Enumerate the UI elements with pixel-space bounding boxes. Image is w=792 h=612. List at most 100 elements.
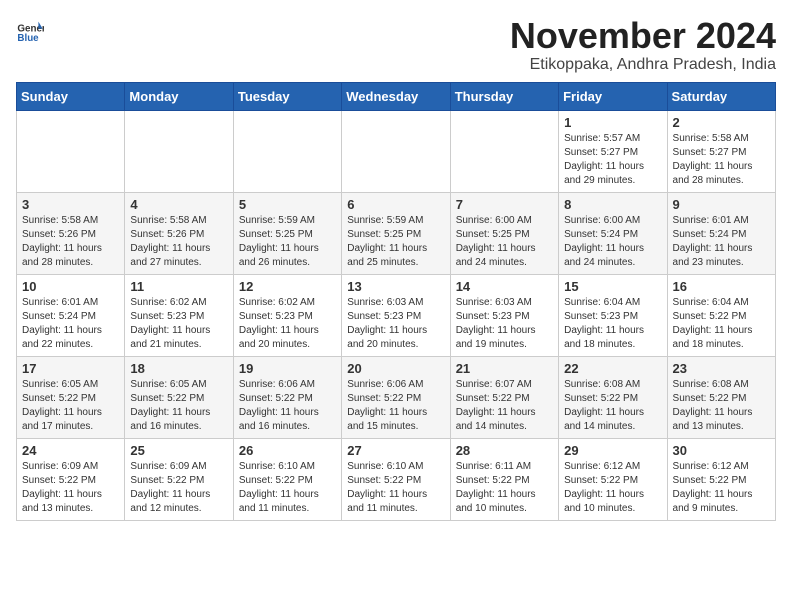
calendar-week-row: 1 Sunrise: 5:57 AM Sunset: 5:27 PM Daylig… — [17, 110, 776, 192]
day-info: Sunrise: 5:59 AM Sunset: 5:25 PM Dayligh… — [347, 214, 444, 270]
day-number: 26 — [239, 443, 336, 458]
day-info: Sunrise: 6:03 AM Sunset: 5:23 PM Dayligh… — [456, 296, 553, 352]
weekday-header-row: SundayMondayTuesdayWednesdayThursdayFrid… — [17, 82, 776, 110]
day-number: 1 — [564, 115, 661, 130]
title-area: November 2024 Etikoppaka, Andhra Pradesh… — [510, 16, 776, 74]
day-number: 5 — [239, 197, 336, 212]
weekday-header-tuesday: Tuesday — [233, 82, 341, 110]
day-info: Sunrise: 5:58 AM Sunset: 5:26 PM Dayligh… — [130, 214, 227, 270]
day-number: 11 — [130, 279, 227, 294]
day-info: Sunrise: 6:09 AM Sunset: 5:22 PM Dayligh… — [130, 460, 227, 516]
day-info: Sunrise: 6:11 AM Sunset: 5:22 PM Dayligh… — [456, 460, 553, 516]
calendar-cell — [233, 110, 341, 192]
calendar-cell: 9 Sunrise: 6:01 AM Sunset: 5:24 PM Daylig… — [667, 192, 775, 274]
svg-text:Blue: Blue — [17, 33, 39, 44]
calendar-week-row: 24 Sunrise: 6:09 AM Sunset: 5:22 PM Dayli… — [17, 438, 776, 520]
day-number: 9 — [673, 197, 770, 212]
calendar-cell: 28 Sunrise: 6:11 AM Sunset: 5:22 PM Dayli… — [450, 438, 558, 520]
calendar-cell: 17 Sunrise: 6:05 AM Sunset: 5:22 PM Dayli… — [17, 356, 125, 438]
weekday-header-wednesday: Wednesday — [342, 82, 450, 110]
calendar-cell — [125, 110, 233, 192]
day-number: 22 — [564, 361, 661, 376]
calendar-cell: 22 Sunrise: 6:08 AM Sunset: 5:22 PM Dayli… — [559, 356, 667, 438]
day-info: Sunrise: 6:09 AM Sunset: 5:22 PM Dayligh… — [22, 460, 119, 516]
day-number: 25 — [130, 443, 227, 458]
calendar-cell: 10 Sunrise: 6:01 AM Sunset: 5:24 PM Dayli… — [17, 274, 125, 356]
day-info: Sunrise: 6:12 AM Sunset: 5:22 PM Dayligh… — [564, 460, 661, 516]
day-info: Sunrise: 5:57 AM Sunset: 5:27 PM Dayligh… — [564, 132, 661, 188]
day-number: 14 — [456, 279, 553, 294]
day-info: Sunrise: 6:01 AM Sunset: 5:24 PM Dayligh… — [22, 296, 119, 352]
day-info: Sunrise: 6:07 AM Sunset: 5:22 PM Dayligh… — [456, 378, 553, 434]
calendar-cell: 11Sunrise: 6:02 AM Sunset: 5:23 PM Dayli… — [125, 274, 233, 356]
day-number: 27 — [347, 443, 444, 458]
day-info: Sunrise: 6:00 AM Sunset: 5:25 PM Dayligh… — [456, 214, 553, 270]
day-number: 29 — [564, 443, 661, 458]
day-number: 18 — [130, 361, 227, 376]
calendar-cell: 6 Sunrise: 5:59 AM Sunset: 5:25 PM Daylig… — [342, 192, 450, 274]
calendar-cell: 3 Sunrise: 5:58 AM Sunset: 5:26 PM Daylig… — [17, 192, 125, 274]
calendar-cell: 2Sunrise: 5:58 AM Sunset: 5:27 PM Daylig… — [667, 110, 775, 192]
calendar-week-row: 3 Sunrise: 5:58 AM Sunset: 5:26 PM Daylig… — [17, 192, 776, 274]
weekday-header-saturday: Saturday — [667, 82, 775, 110]
day-number: 12 — [239, 279, 336, 294]
day-number: 23 — [673, 361, 770, 376]
day-number: 24 — [22, 443, 119, 458]
calendar-week-row: 17 Sunrise: 6:05 AM Sunset: 5:22 PM Dayli… — [17, 356, 776, 438]
calendar-cell: 21Sunrise: 6:07 AM Sunset: 5:22 PM Dayli… — [450, 356, 558, 438]
logo: General Blue — [16, 16, 44, 44]
weekday-header-monday: Monday — [125, 82, 233, 110]
day-number: 8 — [564, 197, 661, 212]
weekday-header-sunday: Sunday — [17, 82, 125, 110]
day-number: 30 — [673, 443, 770, 458]
day-number: 20 — [347, 361, 444, 376]
day-number: 10 — [22, 279, 119, 294]
day-number: 15 — [564, 279, 661, 294]
day-info: Sunrise: 6:06 AM Sunset: 5:22 PM Dayligh… — [347, 378, 444, 434]
calendar-cell: 4Sunrise: 5:58 AM Sunset: 5:26 PM Daylig… — [125, 192, 233, 274]
day-number: 28 — [456, 443, 553, 458]
calendar-cell: 18 Sunrise: 6:05 AM Sunset: 5:22 PM Dayli… — [125, 356, 233, 438]
day-info: Sunrise: 5:58 AM Sunset: 5:26 PM Dayligh… — [22, 214, 119, 270]
calendar-cell — [342, 110, 450, 192]
day-info: Sunrise: 6:05 AM Sunset: 5:22 PM Dayligh… — [130, 378, 227, 434]
day-number: 17 — [22, 361, 119, 376]
calendar-cell: 13Sunrise: 6:03 AM Sunset: 5:23 PM Dayli… — [342, 274, 450, 356]
calendar-cell: 12 Sunrise: 6:02 AM Sunset: 5:23 PM Dayli… — [233, 274, 341, 356]
day-info: Sunrise: 5:59 AM Sunset: 5:25 PM Dayligh… — [239, 214, 336, 270]
day-number: 19 — [239, 361, 336, 376]
month-title: November 2024 — [510, 16, 776, 56]
day-info: Sunrise: 6:01 AM Sunset: 5:24 PM Dayligh… — [673, 214, 770, 270]
calendar-cell: 26Sunrise: 6:10 AM Sunset: 5:22 PM Dayli… — [233, 438, 341, 520]
location-title: Etikoppaka, Andhra Pradesh, India — [510, 56, 776, 74]
calendar-cell: 24 Sunrise: 6:09 AM Sunset: 5:22 PM Dayli… — [17, 438, 125, 520]
calendar-cell: 5 Sunrise: 5:59 AM Sunset: 5:25 PM Daylig… — [233, 192, 341, 274]
calendar-table: SundayMondayTuesdayWednesdayThursdayFrid… — [16, 82, 776, 521]
day-info: Sunrise: 6:08 AM Sunset: 5:22 PM Dayligh… — [564, 378, 661, 434]
calendar-cell: 1 Sunrise: 5:57 AM Sunset: 5:27 PM Daylig… — [559, 110, 667, 192]
day-info: Sunrise: 6:06 AM Sunset: 5:22 PM Dayligh… — [239, 378, 336, 434]
day-number: 7 — [456, 197, 553, 212]
day-number: 6 — [347, 197, 444, 212]
day-info: Sunrise: 6:05 AM Sunset: 5:22 PM Dayligh… — [22, 378, 119, 434]
day-info: Sunrise: 6:02 AM Sunset: 5:23 PM Dayligh… — [239, 296, 336, 352]
calendar-cell: 7 Sunrise: 6:00 AM Sunset: 5:25 PM Daylig… — [450, 192, 558, 274]
calendar-cell: 8 Sunrise: 6:00 AM Sunset: 5:24 PM Daylig… — [559, 192, 667, 274]
day-number: 13 — [347, 279, 444, 294]
calendar-cell: 23 Sunrise: 6:08 AM Sunset: 5:22 PM Dayli… — [667, 356, 775, 438]
day-info: Sunrise: 6:00 AM Sunset: 5:24 PM Dayligh… — [564, 214, 661, 270]
day-info: Sunrise: 6:08 AM Sunset: 5:22 PM Dayligh… — [673, 378, 770, 434]
day-number: 3 — [22, 197, 119, 212]
calendar-cell: 14 Sunrise: 6:03 AM Sunset: 5:23 PM Dayli… — [450, 274, 558, 356]
day-number: 16 — [673, 279, 770, 294]
calendar-cell — [17, 110, 125, 192]
day-info: Sunrise: 6:04 AM Sunset: 5:22 PM Dayligh… — [673, 296, 770, 352]
header: General Blue November 2024 Etikoppaka, A… — [16, 16, 776, 74]
calendar-cell: 20 Sunrise: 6:06 AM Sunset: 5:22 PM Dayli… — [342, 356, 450, 438]
day-info: Sunrise: 6:12 AM Sunset: 5:22 PM Dayligh… — [673, 460, 770, 516]
calendar-cell: 27Sunrise: 6:10 AM Sunset: 5:22 PM Dayli… — [342, 438, 450, 520]
calendar-cell: 16 Sunrise: 6:04 AM Sunset: 5:22 PM Dayli… — [667, 274, 775, 356]
calendar-cell — [450, 110, 558, 192]
weekday-header-thursday: Thursday — [450, 82, 558, 110]
day-info: Sunrise: 5:58 AM Sunset: 5:27 PM Dayligh… — [673, 132, 770, 188]
